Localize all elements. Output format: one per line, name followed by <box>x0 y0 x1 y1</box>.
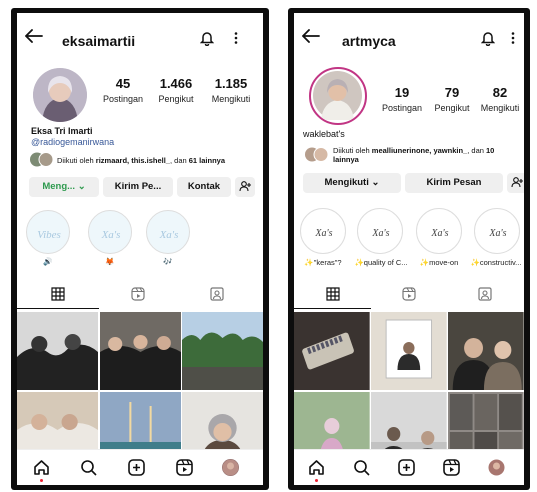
highlight-1[interactable]: Xa's <box>300 208 346 254</box>
highlight-cover-text: Xa's <box>314 228 332 239</box>
reels-nav-icon[interactable] <box>176 459 193 476</box>
chevron-down-icon: ⌄ <box>77 181 86 192</box>
profile-avatar[interactable] <box>33 68 87 122</box>
highlight-1[interactable]: Vibes <box>26 210 70 254</box>
posts-count[interactable]: 45 Postingan <box>102 76 144 104</box>
phone-left: eksaimartii 45 Postingan 1.466 Pengikut 1.… <box>11 8 269 490</box>
highlight-cover-text: Xa's <box>371 228 389 239</box>
highlight-3[interactable]: Xa's <box>416 208 462 254</box>
phone-right: artmyca 19 Postingan 79 Pengikut 82 Mengiku… <box>288 8 530 490</box>
suggest-button[interactable] <box>235 177 255 197</box>
highlight-2[interactable]: Xa's <box>88 210 132 254</box>
more-options-icon[interactable] <box>511 32 515 44</box>
active-tab-indicator <box>17 307 99 309</box>
followers-count[interactable]: 79 Pengikut <box>430 85 474 113</box>
grid-icon[interactable] <box>51 287 65 301</box>
username: eksaimartii <box>62 33 136 49</box>
followed-by-text[interactable]: Diikuti oleh rizmaard, this.ishell_, dan… <box>57 156 225 165</box>
profile-screen-right: artmyca 19 Postingan 79 Pengikut 82 Mengiku… <box>294 13 524 485</box>
mutual-followers-avatars <box>305 147 329 162</box>
highlight-2[interactable]: Xa's <box>357 208 403 254</box>
post-thumbnail[interactable] <box>99 312 181 390</box>
mutual-followers-avatars <box>30 152 54 167</box>
highlight-cover-text: Vibes <box>37 229 61 241</box>
suggest-button[interactable] <box>507 173 524 193</box>
following-count[interactable]: 82 Mengikuti <box>478 85 522 113</box>
highlight-label: 🎶 <box>163 257 173 266</box>
posts-grid <box>17 312 263 470</box>
highlight-cover-text: Xa's <box>101 229 121 241</box>
posts-grid <box>294 312 524 470</box>
followed-by-text[interactable]: Diikuti oleh mealliunerinone, yawnkin_, … <box>333 146 494 164</box>
grid-icon[interactable] <box>326 287 340 301</box>
tagged-icon[interactable] <box>478 287 492 301</box>
header: eksaimartii <box>17 13 263 63</box>
highlight-cover-text: Xa's <box>430 228 448 239</box>
profile-avatar-story-ring[interactable] <box>309 67 367 125</box>
home-icon[interactable] <box>33 459 50 476</box>
active-tab-indicator <box>294 307 371 309</box>
add-person-icon <box>511 177 523 188</box>
following-dropdown-button[interactable]: Meng... ⌄ <box>29 177 99 197</box>
highlight-3[interactable]: Xa's <box>146 210 190 254</box>
contact-button[interactable]: Kontak <box>177 177 231 197</box>
create-icon[interactable] <box>398 459 415 476</box>
bell-icon[interactable] <box>481 30 495 46</box>
following-dropdown-button[interactable]: Mengikuti ⌄ <box>303 173 401 193</box>
create-icon[interactable] <box>128 459 145 476</box>
username: artmyca <box>342 33 396 49</box>
profile-screen-left: eksaimartii 45 Postingan 1.466 Pengikut 1.… <box>17 13 263 485</box>
highlight-label: ✨move-on <box>419 258 459 267</box>
notification-dot <box>315 479 318 482</box>
highlight-label: ✨constructiv... <box>470 258 522 267</box>
post-thumbnail[interactable] <box>448 312 524 390</box>
highlight-label: 🦊 <box>105 257 115 266</box>
reels-nav-icon[interactable] <box>443 459 460 476</box>
back-arrow-icon[interactable] <box>25 29 43 43</box>
home-icon[interactable] <box>308 459 325 476</box>
following-count[interactable]: 1.185 Mengikuti <box>205 76 257 104</box>
back-arrow-icon[interactable] <box>302 29 320 43</box>
post-thumbnail[interactable] <box>182 312 263 390</box>
bio-text: waklebat's <box>303 129 345 139</box>
post-thumbnail[interactable] <box>17 312 98 390</box>
profile-tabs <box>17 281 263 309</box>
bell-icon[interactable] <box>200 30 214 46</box>
followers-count[interactable]: 1.466 Pengikut <box>151 76 201 104</box>
posts-count[interactable]: 19 Postingan <box>379 85 425 113</box>
post-thumbnail[interactable] <box>371 312 447 390</box>
highlight-label: 🔊 <box>43 257 53 266</box>
highlight-label: ✨quality of C... <box>354 258 408 267</box>
highlight-cover-text: Xa's <box>488 228 506 239</box>
tagged-icon[interactable] <box>210 287 224 301</box>
more-options-icon[interactable] <box>234 32 238 44</box>
reels-icon[interactable] <box>131 287 145 301</box>
highlight-cover-text: Xa's <box>159 229 179 241</box>
bio-mention-link[interactable]: @radiogemanirwana <box>31 137 114 147</box>
profile-tabs <box>294 281 524 309</box>
highlight-label: ✨"keras"? <box>304 258 342 267</box>
profile-avatar-icon[interactable] <box>488 459 505 476</box>
highlight-4[interactable]: Xa's <box>474 208 520 254</box>
full-name: Eksa Tri Imarti <box>31 126 93 136</box>
bottom-navigation <box>294 449 524 485</box>
profile-avatar-icon[interactable] <box>222 459 239 476</box>
chevron-down-icon: ⌄ <box>371 177 380 188</box>
post-thumbnail[interactable] <box>294 312 370 390</box>
header: artmyca <box>294 13 524 63</box>
bottom-navigation <box>17 449 263 485</box>
search-icon[interactable] <box>80 459 97 476</box>
search-icon[interactable] <box>353 459 370 476</box>
notification-dot <box>40 479 43 482</box>
reels-icon[interactable] <box>402 287 416 301</box>
message-button[interactable]: Kirim Pe... <box>103 177 173 197</box>
add-person-icon <box>239 181 251 192</box>
message-button[interactable]: Kirim Pesan <box>405 173 503 193</box>
